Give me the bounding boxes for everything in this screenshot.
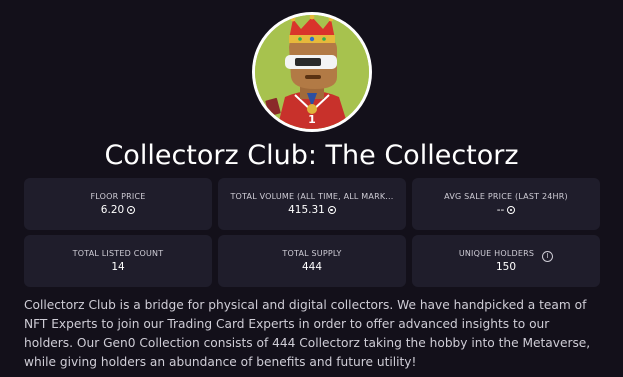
stat-card-total-listed-count: TOTAL LISTED COUNT 14 [24, 235, 212, 287]
stat-card-total-volume: TOTAL VOLUME (ALL TIME, ALL MARK... 415.… [218, 178, 406, 230]
stat-value: 150 [495, 261, 517, 273]
stat-value: 6.20 [100, 204, 125, 216]
stat-label: FLOOR PRICE [90, 192, 146, 201]
stat-value: -- [496, 204, 505, 216]
stat-value-wrap: -- [412, 204, 600, 216]
stat-value: 444 [301, 261, 323, 273]
avatar-artwork: 1 [255, 15, 369, 129]
stat-label: TOTAL LISTED COUNT [72, 249, 164, 258]
stat-label: TOTAL VOLUME (ALL TIME, ALL MARK... [230, 192, 394, 201]
stat-card-unique-holders: UNIQUE HOLDERS i 150 [412, 235, 600, 287]
stat-value-wrap: 415.31 [218, 204, 406, 216]
stat-label: TOTAL SUPPLY [282, 249, 342, 258]
stat-value: 14 [111, 261, 125, 273]
collection-avatar: 1 [252, 12, 372, 132]
stat-card-floor-price: FLOOR PRICE 6.20 [24, 178, 212, 230]
stat-card-avg-sale-price: AVG SALE PRICE (LAST 24HR) -- [412, 178, 600, 230]
avatar-image: 1 [255, 15, 369, 129]
svg-text:1: 1 [308, 113, 316, 126]
stat-value-wrap: 6.20 [24, 204, 212, 216]
stat-card-total-supply: TOTAL SUPPLY 444 [218, 235, 406, 287]
sol-icon [507, 206, 516, 214]
collection-page: 1 Collectorz Club: The Collectorz FLOOR … [0, 0, 623, 377]
sol-icon [327, 206, 336, 214]
sol-icon [127, 206, 136, 214]
collection-description: Collectorz Club is a bridge for physical… [24, 298, 591, 369]
collection-title: Collectorz Club: The Collectorz [104, 140, 519, 171]
stat-value: 415.31 [288, 204, 325, 216]
stat-label: AVG SALE PRICE (LAST 24HR) [444, 192, 568, 201]
stat-label: UNIQUE HOLDERS [458, 249, 535, 258]
